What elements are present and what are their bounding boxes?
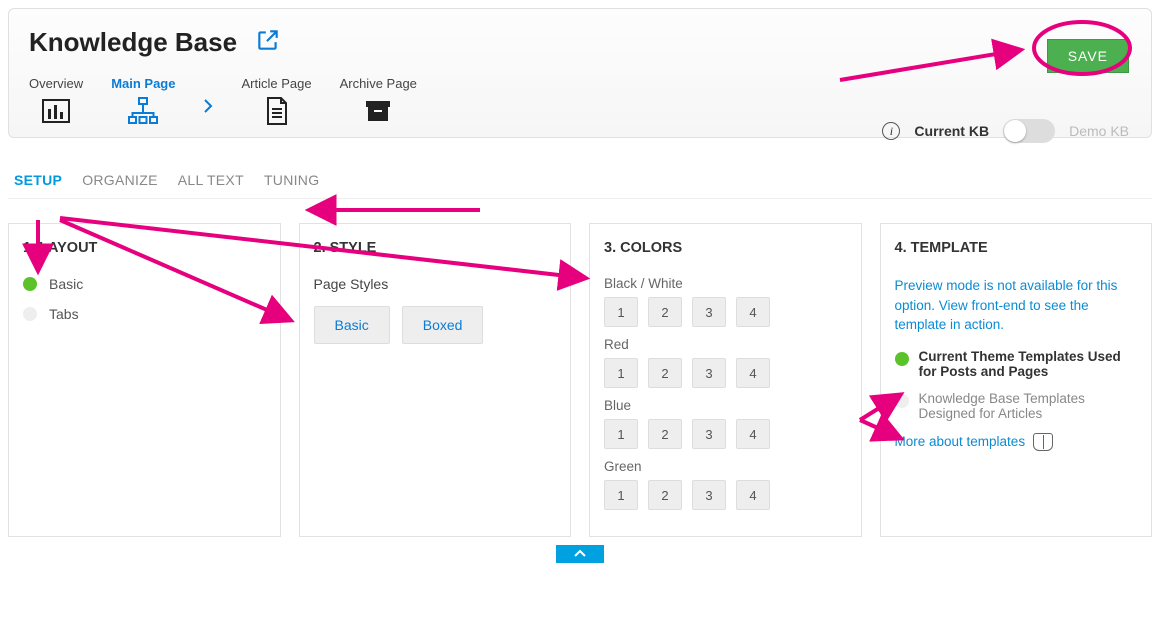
nav-article-page[interactable]: Article Page [241, 76, 311, 129]
layout-option-tabs-label: Tabs [49, 306, 79, 322]
panel-layout-title: 1. LAYOUT [23, 240, 266, 256]
layout-options: Basic Tabs [23, 276, 266, 322]
setup-tabs: SETUP ORGANIZE ALL TEXT TUNING [8, 156, 1152, 199]
panel-colors: 3. COLORS Black / White 1 2 3 4 Red 1 2 … [589, 223, 862, 537]
color-group-red: Red [604, 337, 847, 352]
radio-icon [23, 307, 37, 321]
color-green-1[interactable]: 1 [604, 480, 638, 510]
color-row-green: 1 2 3 4 [604, 480, 847, 510]
chevron-right-icon [203, 76, 213, 114]
color-red-1[interactable]: 1 [604, 358, 638, 388]
header-card: Knowledge Base SAVE Overview Main Page A… [8, 8, 1152, 138]
color-blue-1[interactable]: 1 [604, 419, 638, 449]
color-bw-3[interactable]: 3 [692, 297, 726, 327]
radio-icon [23, 277, 37, 291]
tab-organize[interactable]: ORGANIZE [82, 172, 158, 188]
layout-option-basic-label: Basic [49, 276, 83, 292]
collapse-tab[interactable] [556, 545, 604, 563]
demo-kb-label: Demo KB [1069, 123, 1129, 139]
color-blue-2[interactable]: 2 [648, 419, 682, 449]
color-green-4[interactable]: 4 [736, 480, 770, 510]
color-row-red: 1 2 3 4 [604, 358, 847, 388]
color-green-3[interactable]: 3 [692, 480, 726, 510]
panel-style-title: 2. STYLE [314, 240, 557, 256]
template-option-kb-templates[interactable]: Knowledge Base Templates Designed for Ar… [895, 391, 1138, 421]
color-row-blue: 1 2 3 4 [604, 419, 847, 449]
nav-overview-label: Overview [29, 76, 83, 91]
kb-toggle[interactable] [1003, 119, 1055, 143]
radio-icon [895, 352, 909, 366]
template-notice: Preview mode is not available for this o… [895, 276, 1138, 335]
panel-colors-title: 3. COLORS [604, 240, 847, 256]
page-title: Knowledge Base [29, 27, 237, 58]
panel-layout: 1. LAYOUT Basic Tabs [8, 223, 281, 537]
color-green-2[interactable]: 2 [648, 480, 682, 510]
template-option-current-theme[interactable]: Current Theme Templates Used for Posts a… [895, 349, 1138, 379]
template-option-current-theme-label: Current Theme Templates Used for Posts a… [919, 349, 1138, 379]
color-blue-4[interactable]: 4 [736, 419, 770, 449]
color-bw-1[interactable]: 1 [604, 297, 638, 327]
template-option-kb-templates-label: Knowledge Base Templates Designed for Ar… [919, 391, 1138, 421]
style-buttons: Basic Boxed [314, 306, 557, 344]
color-red-3[interactable]: 3 [692, 358, 726, 388]
panel-style: 2. STYLE Page Styles Basic Boxed [299, 223, 572, 537]
nav-archive-page[interactable]: Archive Page [340, 76, 417, 129]
panel-template-title: 4. TEMPLATE [895, 240, 1138, 256]
color-red-4[interactable]: 4 [736, 358, 770, 388]
info-icon[interactable]: i [882, 122, 900, 140]
color-red-2[interactable]: 2 [648, 358, 682, 388]
color-group-green: Green [604, 459, 847, 474]
archive-icon [360, 93, 396, 129]
nav-overview[interactable]: Overview [29, 76, 83, 129]
nav-article-page-label: Article Page [241, 76, 311, 91]
color-bw-4[interactable]: 4 [736, 297, 770, 327]
document-icon [259, 93, 295, 129]
nav-main-page-label: Main Page [111, 76, 175, 91]
color-blue-3[interactable]: 3 [692, 419, 726, 449]
color-row-bw: 1 2 3 4 [604, 297, 847, 327]
page-styles-label: Page Styles [314, 276, 557, 292]
kb-toggle-zone: i Current KB Demo KB [882, 119, 1129, 143]
nav-archive-page-label: Archive Page [340, 76, 417, 91]
style-boxed-button[interactable]: Boxed [402, 306, 484, 344]
nav-main-page[interactable]: Main Page [111, 76, 175, 129]
more-about-templates-label: More about templates [895, 434, 1026, 449]
tab-tuning[interactable]: TUNING [264, 172, 319, 188]
color-group-blue: Blue [604, 398, 847, 413]
style-basic-button[interactable]: Basic [314, 306, 390, 344]
tab-all-text[interactable]: ALL TEXT [178, 172, 244, 188]
color-group-bw: Black / White [604, 276, 847, 291]
current-kb-label: Current KB [914, 123, 989, 139]
setup-panels: 1. LAYOUT Basic Tabs 2. STYLE Page Style… [8, 223, 1152, 537]
layout-option-tabs[interactable]: Tabs [23, 306, 266, 322]
save-button[interactable]: SAVE [1047, 39, 1129, 73]
external-link-icon[interactable] [255, 27, 281, 58]
title-row: Knowledge Base [29, 27, 1131, 58]
color-bw-2[interactable]: 2 [648, 297, 682, 327]
book-icon [1033, 433, 1053, 451]
layout-option-basic[interactable]: Basic [23, 276, 266, 292]
bar-chart-icon [38, 93, 74, 129]
radio-icon [895, 394, 909, 408]
more-about-templates-link[interactable]: More about templates [895, 433, 1054, 451]
tab-setup[interactable]: SETUP [14, 172, 62, 188]
panel-template: 4. TEMPLATE Preview mode is not availabl… [880, 223, 1153, 537]
sitemap-icon [125, 93, 161, 129]
